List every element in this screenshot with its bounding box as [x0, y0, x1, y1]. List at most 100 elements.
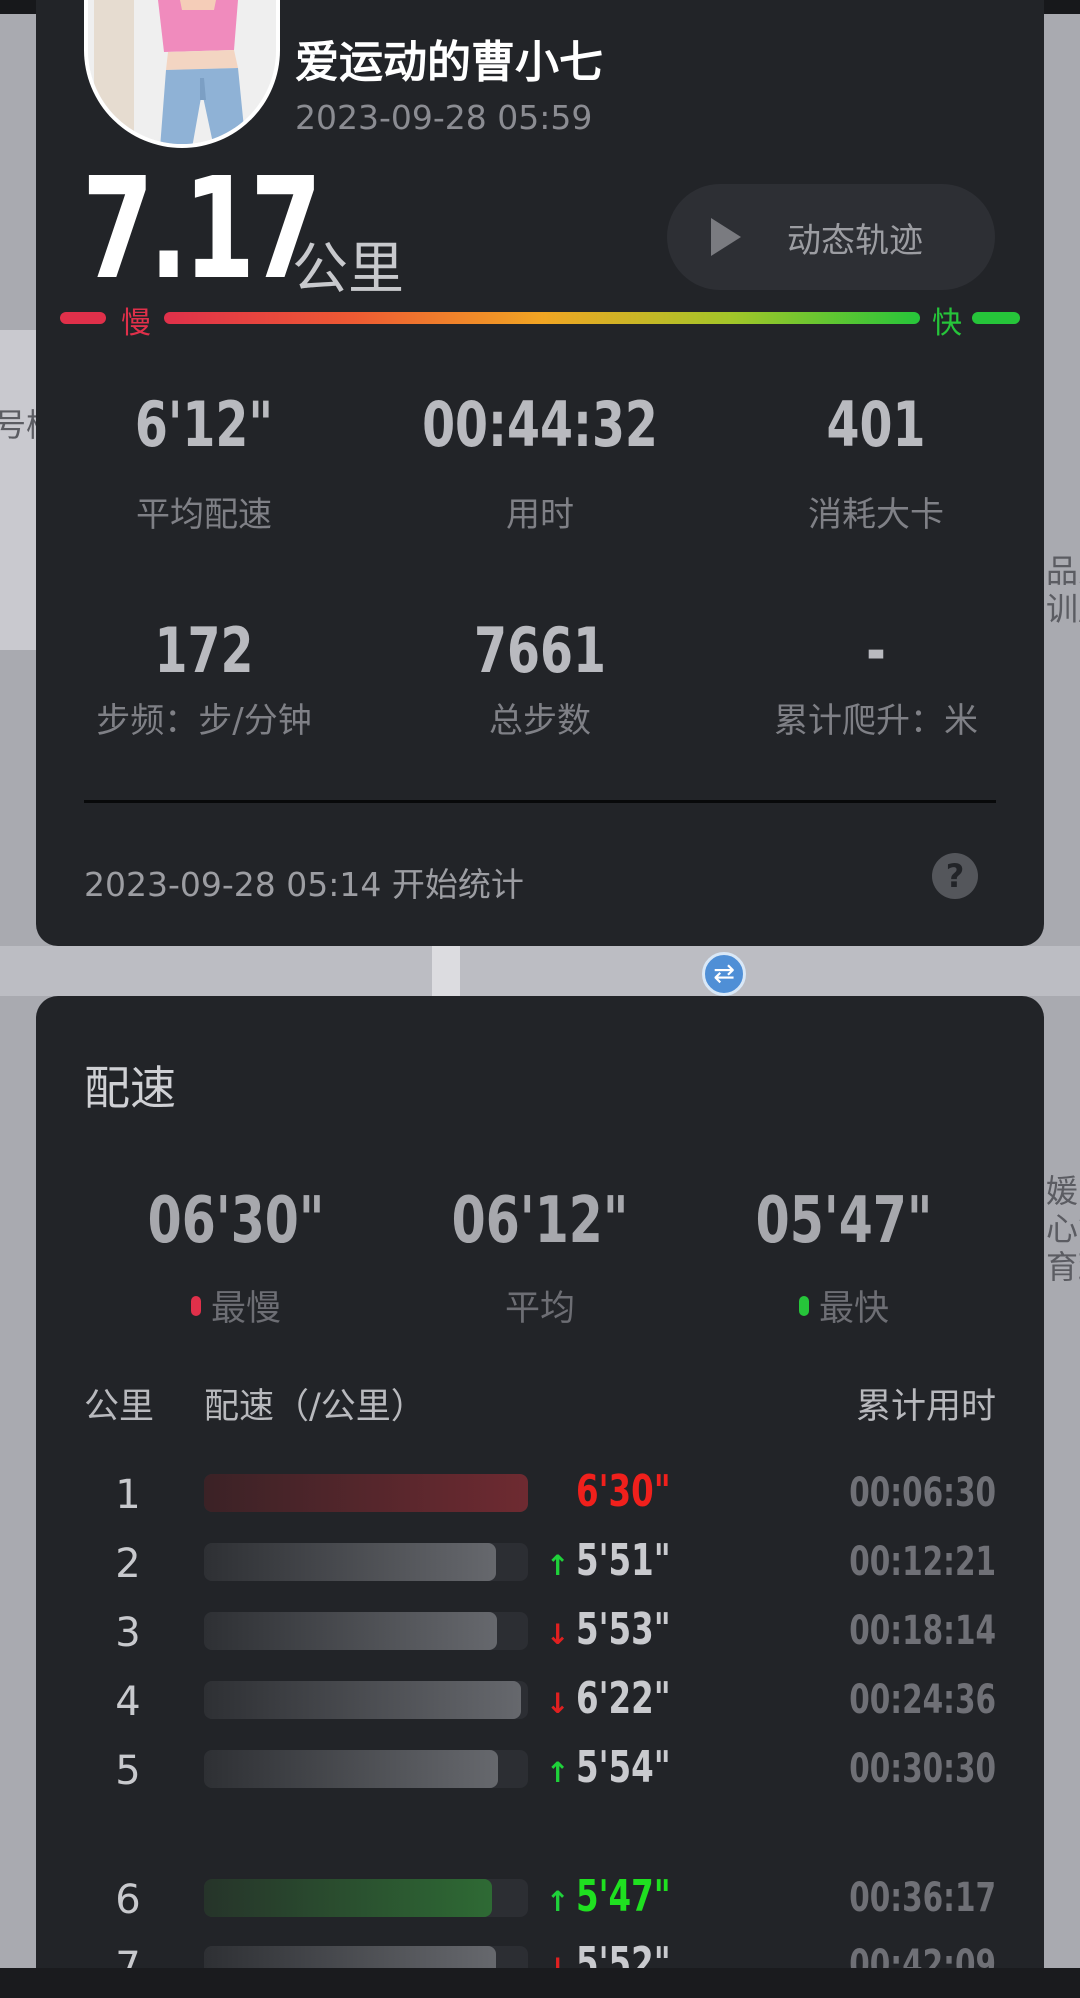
row-cumulative-time: 00:36:17: [849, 1875, 996, 1921]
speed-color-legend: 慢 快: [60, 306, 1020, 341]
pace-row: 1 6'30" 00:06:30: [36, 1462, 1044, 1522]
pace-row: 2 ↑ 5'51" 00:12:21: [36, 1531, 1044, 1591]
map-road-vertical: [432, 946, 460, 996]
pace-bar: [204, 1474, 528, 1512]
map-label-right-2: 训店: [1046, 590, 1080, 628]
play-icon: [711, 218, 741, 256]
slow-dot-icon: [190, 1295, 201, 1316]
pace-average-value: 06'12": [451, 1184, 629, 1258]
username: 爱运动的曹小七: [295, 37, 603, 88]
stat-value: -: [866, 614, 886, 687]
pace-fastest-label: 最快: [818, 1289, 889, 1329]
row-km: 4: [115, 1679, 141, 1725]
pace-row: 3 ↓ 5'53" 00:18:14: [36, 1600, 1044, 1660]
pace-slowest-value: 06'30": [147, 1184, 325, 1258]
arrow-down-icon: ↓: [546, 1687, 570, 1720]
pace-slowest-label-row: 最慢: [86, 1280, 386, 1331]
row-cumulative-time: 00:30:30: [849, 1746, 996, 1792]
pace-average: 06'12" 平均: [390, 1184, 690, 1331]
row-pace: 6'30": [576, 1466, 671, 1517]
pace-bar: [204, 1879, 493, 1917]
arrow-up-icon: ↑: [546, 1885, 570, 1918]
stat-cadence: 172 步频：步/分钟: [36, 614, 372, 742]
row-km: 2: [115, 1541, 141, 1587]
header-km: 公里: [84, 1387, 155, 1427]
stat-label: 消耗大卡: [808, 495, 944, 535]
pace-slowest-label: 最慢: [210, 1289, 281, 1329]
stat-duration: 00:44:32 用时: [372, 388, 708, 536]
row-cumulative-time: 00:18:14: [849, 1608, 996, 1654]
pace-fastest-value: 05'47": [755, 1184, 933, 1258]
pace-average-label-row: 平均: [390, 1280, 690, 1331]
stat-label: 总步数: [489, 701, 591, 741]
pace-bar: [204, 1750, 499, 1788]
row-km: 6: [115, 1877, 141, 1923]
arrow-up-icon: ↑: [546, 1549, 570, 1582]
help-icon[interactable]: ?: [932, 853, 978, 899]
header-cumulative: 累计用时: [855, 1387, 996, 1427]
row-pace: 5'53": [576, 1604, 671, 1655]
stat-elevation: - 累计爬升：米: [708, 614, 1044, 742]
map-label-right-5: 育致: [1046, 1248, 1080, 1286]
stat-value: 00:44:32: [422, 388, 658, 461]
pace-bar-track: [204, 1681, 528, 1719]
row-km: 5: [115, 1748, 141, 1794]
pace-bar-track: [204, 1879, 528, 1917]
stat-value: 6'12": [134, 388, 274, 461]
stat-label: 步频：步/分钟: [96, 701, 312, 741]
stat-label: 平均配速: [136, 495, 272, 535]
header-pace: 配速（/公里）: [204, 1387, 426, 1427]
pace-row: 4 ↓ 6'22" 00:24:36: [36, 1669, 1044, 1729]
pace-bar: [204, 1612, 498, 1650]
pace-bar-track: [204, 1750, 528, 1788]
legend-gradient: [164, 312, 920, 324]
map-road: [0, 946, 1080, 996]
pace-row: 6 ↑ 5'47" 00:36:17: [36, 1867, 1044, 1927]
pace-bar: [204, 1681, 522, 1719]
row-pace: 5'54": [576, 1742, 671, 1793]
stat-value: 401: [826, 388, 926, 461]
pace-fastest: 05'47" 最快: [694, 1184, 994, 1331]
pace-average-label: 平均: [504, 1289, 575, 1329]
stat-label: 累计爬升：米: [774, 701, 978, 741]
pace-row: 5 ↑ 5'54" 00:30:30: [36, 1738, 1044, 1798]
pace-bar-track: [204, 1612, 528, 1650]
distance-unit: 公里: [292, 237, 404, 302]
row-pace: 5'51": [576, 1535, 671, 1586]
stat-value: 7661: [474, 614, 606, 687]
pace-bar-track: [204, 1543, 528, 1581]
stat-avg-pace: 6'12" 平均配速: [36, 388, 372, 536]
row-km: 1: [115, 1472, 141, 1518]
divider: [84, 800, 996, 803]
arrow-up-icon: ↑: [546, 1756, 570, 1789]
start-time-text: 2023-09-28 05:14 开始统计: [84, 865, 524, 904]
distance-value: 7.17: [82, 148, 322, 311]
row-cumulative-time: 00:06:30: [849, 1470, 996, 1516]
stat-label: 用时: [506, 495, 574, 535]
pace-bar: [204, 1543, 496, 1581]
pace-fastest-label-row: 最快: [694, 1280, 994, 1331]
transit-icon: ⇄: [702, 952, 746, 996]
pace-title: 配速: [84, 1061, 176, 1115]
fast-dot-icon: [798, 1295, 809, 1316]
dynamic-track-label: 动态轨迹: [787, 220, 923, 261]
stat-calories: 401 消耗大卡: [708, 388, 1044, 536]
dynamic-track-button[interactable]: 动态轨迹: [667, 184, 995, 290]
row-km: 3: [115, 1610, 141, 1656]
row-cumulative-time: 00:24:36: [849, 1677, 996, 1723]
stat-total-steps: 7661 总步数: [372, 614, 708, 742]
map-block-left: [0, 330, 36, 650]
legend-slow-segment: [60, 312, 106, 324]
stat-value: 172: [154, 614, 254, 687]
legend-fast-label: 快: [932, 306, 962, 341]
record-datetime: 2023-09-28 05:59: [295, 98, 593, 137]
pace-bar-track: [204, 1474, 528, 1512]
row-pace: 6'22": [576, 1673, 671, 1724]
legend-slow-label: 慢: [121, 306, 151, 341]
row-cumulative-time: 00:12:21: [849, 1539, 996, 1585]
pace-slowest: 06'30" 最慢: [86, 1184, 386, 1331]
row-pace: 5'47": [576, 1871, 671, 1922]
navigation-bar: [0, 1968, 1080, 1998]
legend-fast-segment: [972, 312, 1020, 324]
arrow-down-icon: ↓: [546, 1618, 570, 1651]
